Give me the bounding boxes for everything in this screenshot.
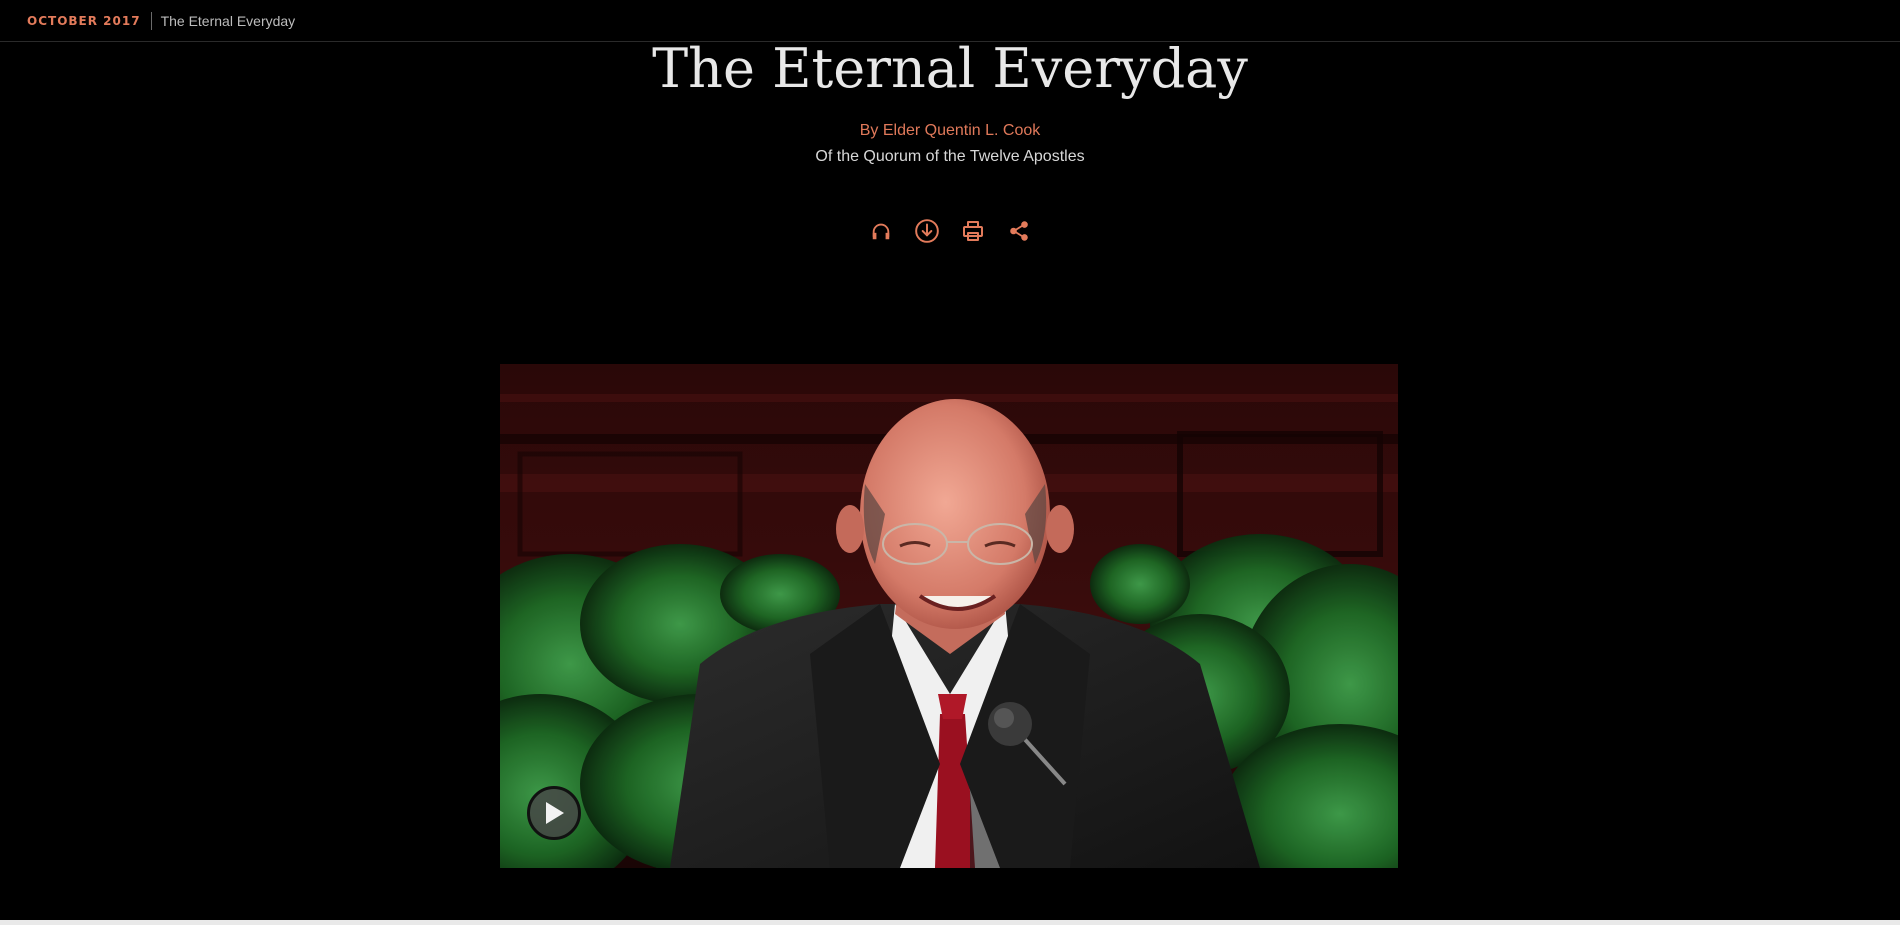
download-button[interactable] xyxy=(913,217,941,245)
share-button[interactable] xyxy=(1005,217,1033,245)
share-icon xyxy=(1010,221,1028,241)
print-button[interactable] xyxy=(959,217,987,245)
issue-label[interactable]: OCTOBER 2017 xyxy=(27,14,141,28)
print-icon xyxy=(963,221,983,241)
play-icon xyxy=(546,802,564,824)
page-title: The Eternal Everyday xyxy=(652,37,1248,100)
breadcrumb-divider xyxy=(150,11,152,30)
article-toolbar xyxy=(0,217,1900,245)
headphones-icon xyxy=(872,223,890,240)
video-player[interactable] xyxy=(500,364,1398,868)
author-link[interactable]: By Elder Quentin L. Cook xyxy=(0,122,1900,140)
breadcrumb-title[interactable]: The Eternal Everyday xyxy=(161,13,296,29)
play-button[interactable] xyxy=(527,786,581,840)
author-role: Of the Quorum of the Twelve Apostles xyxy=(815,148,1085,165)
download-icon xyxy=(915,219,939,243)
audio-button[interactable] xyxy=(867,217,895,245)
page-bottom-border xyxy=(0,920,1900,925)
speaker-photo xyxy=(500,364,1398,868)
